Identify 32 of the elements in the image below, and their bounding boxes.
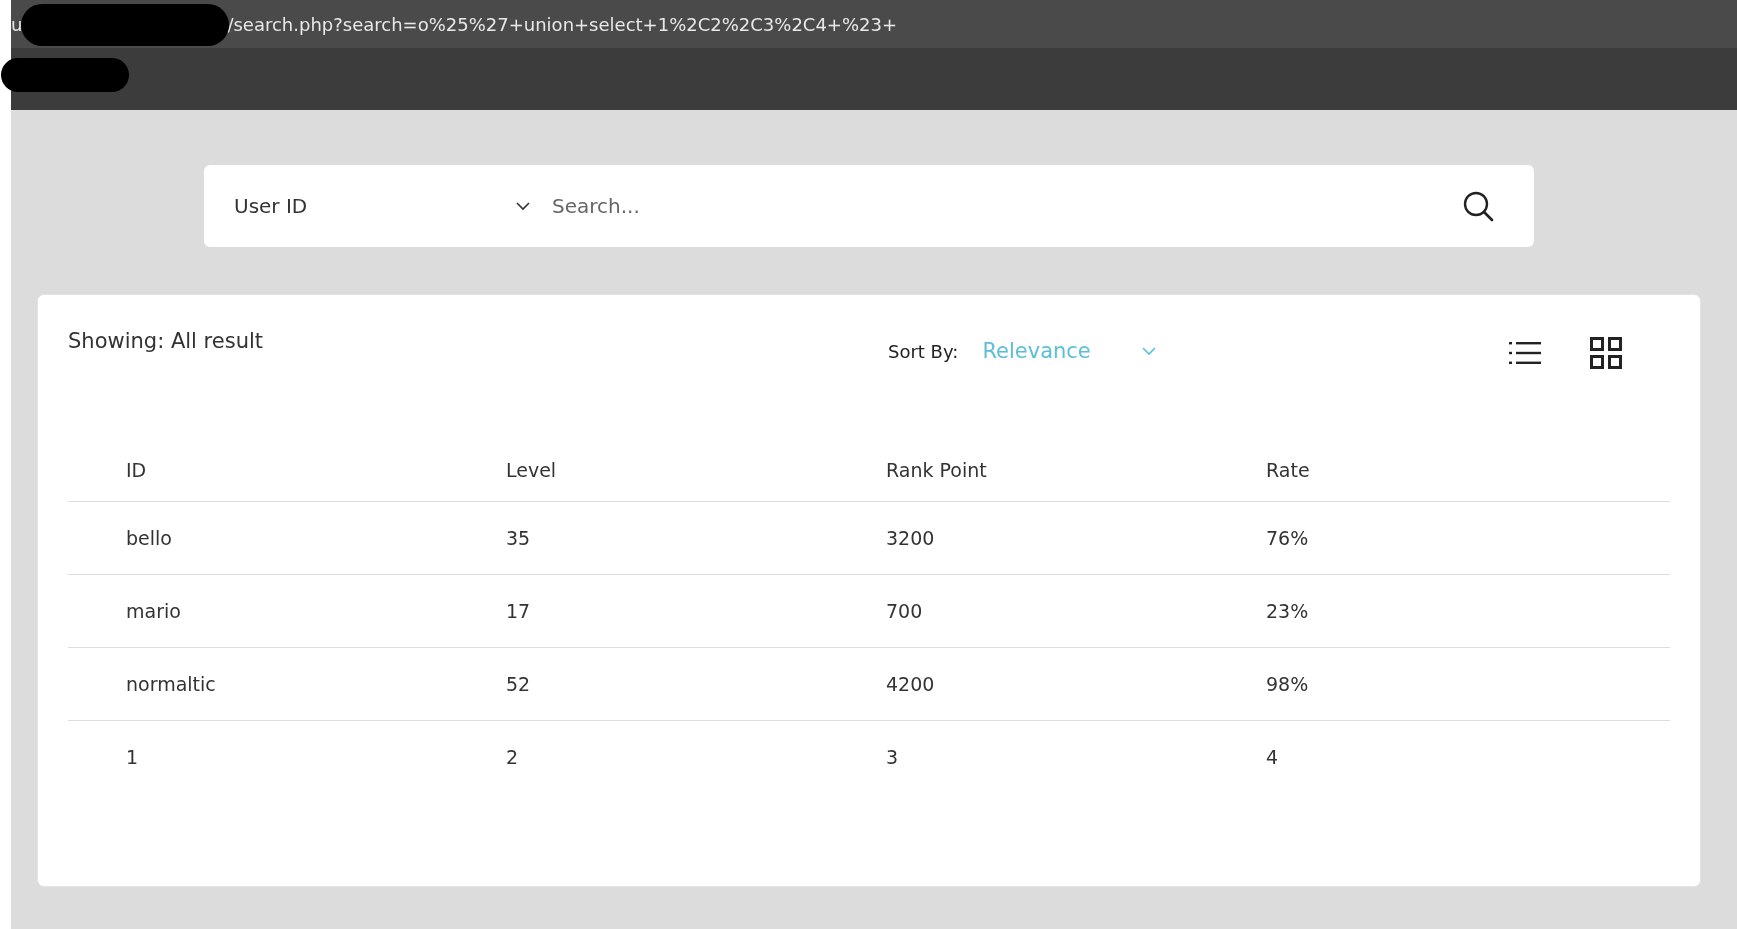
table-cell: normaltic bbox=[126, 673, 216, 695]
column-header: Rank Point bbox=[886, 459, 987, 481]
table-cell: 23% bbox=[1266, 600, 1309, 622]
table-cell: 35 bbox=[506, 527, 531, 549]
list-view-icon[interactable] bbox=[1508, 339, 1542, 367]
table-cell: 52 bbox=[506, 673, 531, 695]
table-cell: 700 bbox=[886, 600, 923, 622]
table-cell: 3 bbox=[886, 746, 899, 768]
filter-dropdown[interactable]: User ID bbox=[234, 194, 530, 218]
table-cell: 17 bbox=[506, 600, 531, 622]
column-header: ID bbox=[126, 459, 147, 481]
table-cell: 76% bbox=[1266, 527, 1309, 549]
search-field[interactable]: Search... bbox=[552, 190, 1462, 222]
table-cell: 2 bbox=[506, 746, 519, 768]
results-summary: Showing: All result bbox=[68, 329, 264, 353]
table-cell: 98% bbox=[1266, 673, 1309, 695]
chevron-icon bbox=[1142, 346, 1157, 356]
address-text: /search.php?search=o%25%27+union+select+1%2C2%2C3%2C4+%23+ bbox=[227, 13, 898, 35]
table-cell: 4200 bbox=[886, 673, 935, 695]
sort-label: Sort By: bbox=[888, 340, 959, 362]
grid-view-icon[interactable] bbox=[1590, 337, 1622, 369]
address-text: u bbox=[11, 13, 23, 35]
search-icon[interactable] bbox=[1462, 190, 1494, 222]
column-header: Level bbox=[506, 459, 557, 481]
column-header: Rate bbox=[1266, 459, 1310, 481]
table-cell: 1 bbox=[126, 746, 139, 768]
table-cell: bello bbox=[126, 527, 172, 549]
table-cell: 4 bbox=[1266, 746, 1279, 768]
chevron-icon bbox=[516, 201, 530, 211]
table-cell: mario bbox=[126, 600, 181, 622]
table-cell: 3200 bbox=[886, 527, 935, 549]
search-bar[interactable]: User ID Search... bbox=[204, 165, 1534, 247]
